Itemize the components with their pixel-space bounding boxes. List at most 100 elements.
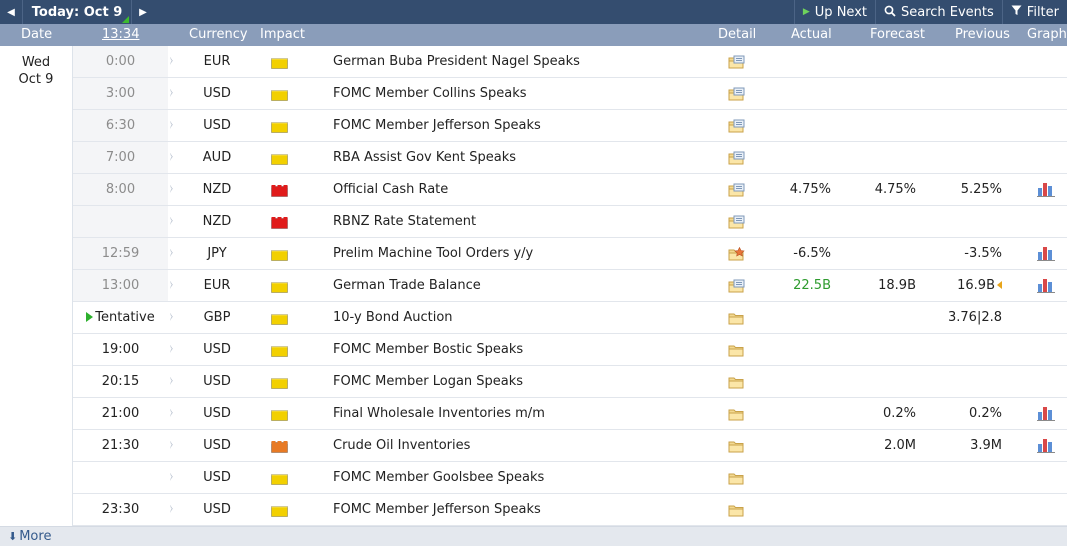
sound-alert-icon[interactable]: ⧽ — [170, 398, 180, 429]
folder-icon[interactable] — [728, 503, 745, 517]
event-title[interactable]: 10-y Bond Auction — [333, 302, 453, 333]
event-title[interactable]: RBNZ Rate Statement — [333, 206, 476, 237]
today-button[interactable]: Today: Oct 9 — [23, 0, 131, 24]
event-forecast — [853, 206, 916, 237]
folder-icon[interactable] — [728, 311, 745, 325]
event-forecast — [853, 110, 916, 141]
previous-day-button[interactable]: ◀ — [0, 0, 23, 24]
more-button[interactable]: ⬇ More — [8, 529, 51, 544]
event-title[interactable]: FOMC Member Jefferson Speaks — [333, 494, 541, 525]
event-currency: GBP — [203, 310, 231, 325]
event-title[interactable]: RBA Assist Gov Kent Speaks — [333, 142, 516, 173]
sound-alert-icon[interactable]: ⧽ — [170, 110, 180, 141]
event-row[interactable]: 8:00 ⧽ NZD Official Cash Rate 4.75% 4.75% 5.25… — [73, 174, 1067, 206]
event-time-label: 3:00 — [105, 86, 136, 101]
up-next-button[interactable]: ▶ Up Next — [793, 0, 875, 24]
event-forecast — [853, 46, 916, 77]
event-row[interactable]: 6:30 ⧽ USD FOMC Member Jefferson Speaks — [73, 110, 1067, 142]
event-title[interactable]: German Trade Balance — [333, 270, 481, 301]
next-day-button[interactable]: ▶ — [131, 0, 154, 24]
event-row[interactable]: 21:00 ⧽ USD Final Wholesale Inventories m/m… — [73, 398, 1067, 430]
column-header: Date 13:34 Currency Impact Detail Actual… — [0, 24, 1067, 46]
event-forecast — [853, 366, 916, 397]
event-title[interactable]: Prelim Machine Tool Orders y/y — [333, 238, 533, 269]
search-events-button[interactable]: Search Events — [874, 0, 1002, 24]
event-row[interactable]: ⧽ USD FOMC Member Goolsbee Speaks — [73, 462, 1067, 494]
folder-updated-icon[interactable] — [728, 183, 745, 197]
header-graph: Graph — [1027, 27, 1067, 42]
event-title[interactable]: FOMC Member Logan Speaks — [333, 366, 523, 397]
sound-alert-icon[interactable]: ⧽ — [170, 366, 180, 397]
event-title[interactable]: Final Wholesale Inventories m/m — [333, 398, 545, 429]
folder-icon[interactable] — [728, 375, 745, 389]
event-time: 13:00 — [73, 270, 168, 301]
sound-alert-icon[interactable]: ⧽ — [170, 462, 180, 493]
sound-alert-icon[interactable]: ⧽ — [170, 206, 180, 237]
folder-updated-icon[interactable] — [728, 279, 745, 293]
folder-updated-icon[interactable] — [728, 119, 745, 133]
event-time: Tentative — [73, 302, 168, 333]
event-title[interactable]: FOMC Member Goolsbee Speaks — [333, 462, 544, 493]
sound-alert-icon[interactable]: ⧽ — [170, 238, 180, 269]
folder-star-icon[interactable] — [728, 246, 745, 261]
event-previous — [935, 78, 1002, 109]
event-row[interactable]: 19:00 ⧽ USD FOMC Member Bostic Speaks — [73, 334, 1067, 366]
event-title[interactable]: Official Cash Rate — [333, 174, 448, 205]
event-time: 21:30 — [73, 430, 168, 461]
header-currency: Currency — [189, 27, 248, 42]
folder-updated-icon[interactable] — [728, 87, 745, 101]
sound-alert-icon[interactable]: ⧽ — [170, 302, 180, 333]
sound-alert-icon[interactable]: ⧽ — [170, 46, 180, 77]
event-previous-value: -3.5% — [964, 246, 1002, 261]
sound-alert-icon[interactable]: ⧽ — [170, 78, 180, 109]
graph-icon[interactable] — [1037, 182, 1055, 197]
header-current-time[interactable]: 13:34 — [102, 24, 139, 46]
event-row[interactable]: ⧽ NZD RBNZ Rate Statement — [73, 206, 1067, 238]
right-arrow-icon: ▶ — [139, 6, 147, 18]
event-time-label: 21:00 — [101, 406, 140, 421]
event-title[interactable]: German Buba President Nagel Speaks — [333, 46, 580, 77]
event-previous-value: 3.9M — [970, 438, 1002, 453]
event-forecast: 0.2% — [882, 406, 916, 421]
event-title[interactable]: FOMC Member Collins Speaks — [333, 78, 527, 109]
graph-icon[interactable] — [1037, 278, 1055, 293]
event-title[interactable]: Crude Oil Inventories — [333, 430, 470, 461]
event-title[interactable]: FOMC Member Jefferson Speaks — [333, 110, 541, 141]
sound-alert-icon[interactable]: ⧽ — [170, 270, 180, 301]
event-row[interactable]: 20:15 ⧽ USD FOMC Member Logan Speaks — [73, 366, 1067, 398]
sound-alert-icon[interactable]: ⧽ — [170, 142, 180, 173]
folder-icon[interactable] — [728, 439, 745, 453]
event-row[interactable]: 23:30 ⧽ USD FOMC Member Jefferson Speaks — [73, 494, 1067, 526]
event-actual — [773, 462, 831, 493]
event-time: 0:00 — [73, 46, 168, 77]
graph-icon[interactable] — [1037, 246, 1055, 261]
event-currency: AUD — [202, 150, 232, 165]
event-row[interactable]: 3:00 ⧽ USD FOMC Member Collins Speaks — [73, 78, 1067, 110]
sound-alert-icon[interactable]: ⧽ — [170, 174, 180, 205]
event-row[interactable]: 7:00 ⧽ AUD RBA Assist Gov Kent Speaks — [73, 142, 1067, 174]
filter-button[interactable]: Filter — [1001, 0, 1067, 24]
event-time: 6:30 — [73, 110, 168, 141]
folder-updated-icon[interactable] — [728, 55, 745, 69]
sound-alert-icon[interactable]: ⧽ — [170, 494, 180, 525]
event-actual — [773, 430, 831, 461]
event-row[interactable]: Tentative ⧽ GBP 10-y Bond Auction 3.76|2.8 — [73, 302, 1067, 334]
event-row[interactable]: 21:30 ⧽ USD Crude Oil Inventories 2.0M 3.9M — [73, 430, 1067, 462]
sound-alert-icon[interactable]: ⧽ — [170, 334, 180, 365]
folder-icon[interactable] — [728, 343, 745, 357]
folder-icon[interactable] — [728, 407, 745, 421]
event-title[interactable]: FOMC Member Bostic Speaks — [333, 334, 523, 365]
graph-icon[interactable] — [1037, 438, 1055, 453]
folder-icon[interactable] — [728, 471, 745, 485]
sound-alert-icon[interactable]: ⧽ — [170, 430, 180, 461]
event-row[interactable]: 13:00 ⧽ EUR German Trade Balance 22.5B 18.9B 1… — [73, 270, 1067, 302]
event-row[interactable]: 0:00 ⧽ EUR German Buba President Nagel Spea… — [73, 46, 1067, 78]
event-row[interactable]: 12:59 ⧽ JPY Prelim Machine Tool Orders y/y -… — [73, 238, 1067, 270]
event-time-label: 23:30 — [101, 502, 140, 517]
calendar-footer: ⬇ More — [0, 526, 1067, 546]
folder-updated-icon[interactable] — [728, 215, 745, 229]
event-actual — [773, 46, 831, 77]
event-currency: USD — [203, 374, 231, 389]
graph-icon[interactable] — [1037, 406, 1055, 421]
folder-updated-icon[interactable] — [728, 151, 745, 165]
